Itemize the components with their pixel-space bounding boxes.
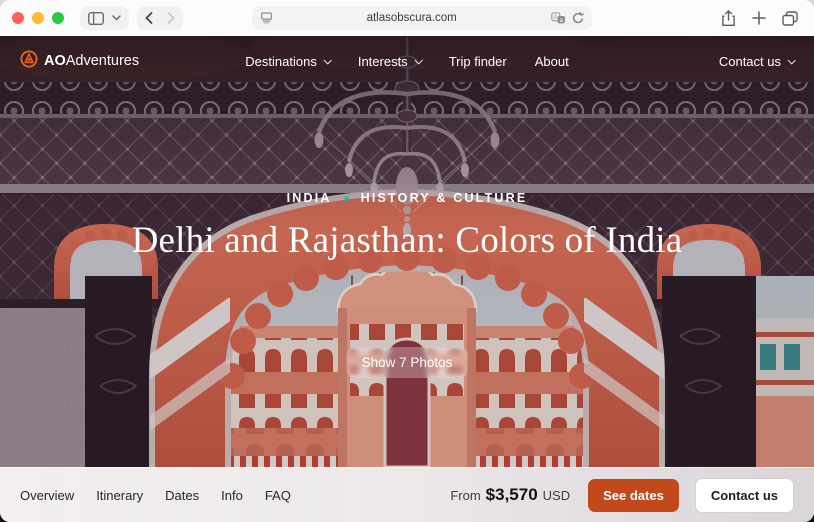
- back-button[interactable]: [145, 12, 153, 24]
- reload-icon[interactable]: [572, 11, 584, 25]
- site-logo[interactable]: AOAdventures: [20, 50, 139, 72]
- chevron-down-icon: [787, 56, 796, 65]
- traffic-lights: [12, 12, 64, 24]
- new-tab-icon[interactable]: [752, 11, 766, 25]
- tab-itinerary[interactable]: Itinerary: [96, 488, 143, 503]
- contact-us-button[interactable]: Contact us: [694, 477, 794, 513]
- history-controls: [137, 6, 183, 30]
- hero-category[interactable]: HISTORY & CULTURE: [361, 191, 528, 205]
- tab-info[interactable]: Info: [221, 488, 243, 503]
- page-title: Delhi and Rajasthan: Colors of India: [131, 220, 683, 261]
- zoom-window-button[interactable]: [52, 12, 64, 24]
- sidebar-icon[interactable]: [88, 11, 104, 25]
- tab-overview[interactable]: Overview: [20, 488, 74, 503]
- minimize-window-button[interactable]: [32, 12, 44, 24]
- address-bar[interactable]: atlasobscura.com Aa: [251, 6, 592, 30]
- price-currency: USD: [542, 488, 571, 503]
- logo-text-adventures: Adventures: [65, 53, 140, 69]
- nav-menu: Destinations Interests Trip finder About: [245, 54, 568, 69]
- close-window-button[interactable]: [12, 12, 24, 24]
- toolbar-right-actions: [721, 9, 802, 27]
- hero-section: AOAdventures Destinations Interests Trip…: [0, 36, 814, 467]
- share-icon[interactable]: [721, 9, 736, 27]
- nav-item-about[interactable]: About: [535, 54, 569, 69]
- trip-action-bar: Overview Itinerary Dates Info FAQ From $…: [0, 467, 814, 522]
- hero-copy: INDIA HISTORY & CULTURE Delhi and Rajast…: [0, 191, 814, 263]
- tab-dates[interactable]: Dates: [165, 488, 199, 503]
- hero-country[interactable]: INDIA: [287, 191, 332, 205]
- logo-text-ao: AO: [44, 53, 66, 69]
- browser-toolbar: atlasobscura.com Aa: [0, 0, 814, 36]
- sidebar-controls: [80, 6, 129, 30]
- chevron-down-icon: [323, 56, 332, 65]
- page-format-icon[interactable]: [260, 12, 273, 24]
- show-photos-button[interactable]: Show 7 Photos: [346, 347, 468, 378]
- site-navbar: AOAdventures Destinations Interests Trip…: [0, 36, 814, 86]
- trip-tabs: Overview Itinerary Dates Info FAQ: [20, 488, 291, 503]
- nav-item-interests[interactable]: Interests: [358, 54, 423, 69]
- nav-item-trip-finder[interactable]: Trip finder: [449, 54, 507, 69]
- browser-window: atlasobscura.com Aa AOAdventures Destina…: [0, 0, 814, 522]
- atlas-obscura-logo-icon: [20, 50, 38, 72]
- price-prefix: From: [450, 488, 481, 503]
- separator-dot: [343, 195, 349, 201]
- tab-faq[interactable]: FAQ: [265, 488, 291, 503]
- hero-eyebrow: INDIA HISTORY & CULTURE: [0, 191, 814, 205]
- price-value: $3,570: [485, 485, 538, 504]
- price-block: From $3,570 USD: [450, 485, 570, 505]
- url-text[interactable]: atlasobscura.com: [279, 12, 545, 24]
- tab-overview-icon[interactable]: [782, 10, 798, 26]
- forward-button[interactable]: [167, 12, 175, 24]
- see-dates-button[interactable]: See dates: [588, 478, 679, 512]
- chevron-down-icon: [414, 56, 423, 65]
- nav-contact-us[interactable]: Contact us: [719, 54, 796, 69]
- nav-item-destinations[interactable]: Destinations: [245, 54, 332, 69]
- sidebar-chevron-down-icon[interactable]: [112, 15, 121, 21]
- translate-icon[interactable]: Aa: [550, 12, 566, 24]
